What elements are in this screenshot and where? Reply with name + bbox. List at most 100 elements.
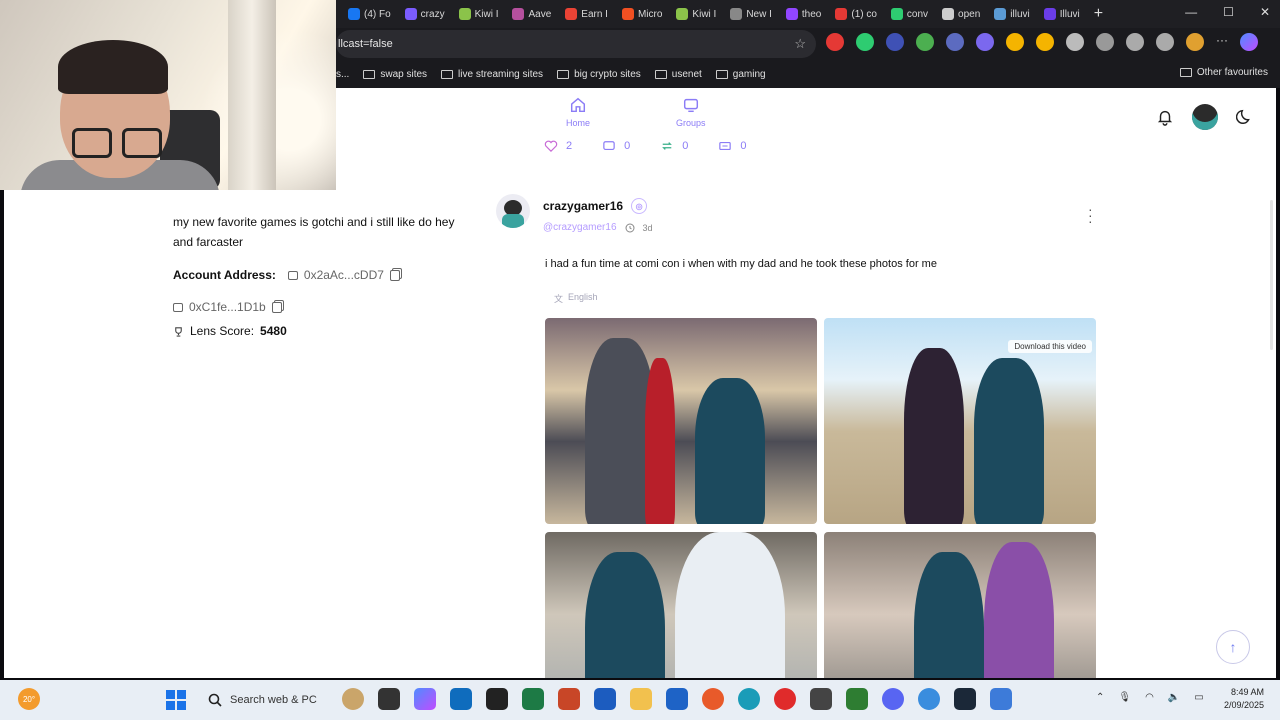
app-icon[interactable] bbox=[342, 688, 364, 710]
download-video-chip[interactable]: Download this video bbox=[1008, 340, 1092, 353]
steam-icon[interactable] bbox=[954, 688, 976, 710]
like-stat[interactable]: 2 bbox=[544, 140, 572, 152]
post-photo-1[interactable] bbox=[545, 318, 817, 524]
post-handle[interactable]: @crazygamer16 bbox=[543, 222, 617, 233]
extensions-row: ··· bbox=[826, 33, 1258, 51]
extensions-puzzle-icon[interactable] bbox=[1096, 33, 1114, 51]
bookmark-folder[interactable]: swap sites bbox=[363, 69, 427, 80]
browser-tab[interactable]: theo bbox=[780, 3, 827, 25]
browser-tab[interactable]: crazy bbox=[399, 3, 451, 25]
post-photo-2[interactable]: Download this video bbox=[824, 318, 1096, 524]
powerpoint-icon[interactable] bbox=[558, 688, 580, 710]
close-button[interactable]: ✕ bbox=[1260, 5, 1270, 19]
copy-icon[interactable] bbox=[271, 301, 282, 313]
excel-icon[interactable] bbox=[522, 688, 544, 710]
notion-icon[interactable] bbox=[486, 688, 508, 710]
post-photo-3[interactable] bbox=[545, 532, 817, 678]
xbox-icon[interactable] bbox=[846, 688, 868, 710]
scroll-to-top-button[interactable]: ↑ bbox=[1216, 630, 1250, 664]
discord-icon[interactable] bbox=[882, 688, 904, 710]
copilot-icon[interactable] bbox=[414, 688, 436, 710]
more-menu-icon[interactable]: ··· bbox=[1216, 33, 1228, 51]
moon-icon[interactable] bbox=[1236, 108, 1254, 126]
taskbar-clock[interactable]: 8:49 AM 2/09/2025 bbox=[1224, 686, 1264, 712]
post-author-name[interactable]: crazygamer16 ◎ bbox=[543, 198, 648, 214]
app-icon[interactable] bbox=[810, 688, 832, 710]
bookmark-overflow[interactable]: s... bbox=[336, 69, 349, 80]
window-controls: — ☐ ✕ bbox=[1185, 5, 1270, 19]
favorites-icon[interactable] bbox=[1126, 33, 1144, 51]
browser-tab[interactable]: (1) co bbox=[829, 3, 883, 25]
browser-tab[interactable]: open bbox=[936, 3, 986, 25]
bookmark-folder[interactable]: live streaming sites bbox=[441, 69, 543, 80]
user-avatar[interactable] bbox=[1192, 104, 1218, 130]
extension-icon[interactable] bbox=[886, 33, 904, 51]
wifi-icon[interactable]: ◠ bbox=[1145, 692, 1154, 703]
browser-tab[interactable]: Illuvi bbox=[1038, 3, 1086, 25]
extension-icon[interactable] bbox=[1036, 33, 1054, 51]
extension-icon[interactable] bbox=[1066, 33, 1084, 51]
firefox-icon[interactable] bbox=[702, 688, 724, 710]
page-scrollbar[interactable] bbox=[1270, 200, 1273, 350]
bookmark-folder[interactable]: big crypto sites bbox=[557, 69, 641, 80]
post-photo-4[interactable] bbox=[824, 532, 1096, 678]
comment-stat[interactable]: 0 bbox=[602, 140, 630, 152]
profile-avatar[interactable] bbox=[1186, 33, 1204, 51]
nav-groups[interactable]: Groups bbox=[676, 96, 706, 128]
browser-tab[interactable]: Kiwi I bbox=[453, 3, 505, 25]
other-favourites[interactable]: Other favourites bbox=[1179, 67, 1268, 78]
lens-score-row: Lens Score: 5480 bbox=[173, 324, 473, 338]
bookmark-folder[interactable]: gaming bbox=[715, 69, 766, 80]
app-icon[interactable] bbox=[990, 688, 1012, 710]
extension-icon[interactable] bbox=[946, 33, 964, 51]
fursuit-figure bbox=[984, 542, 1054, 678]
word-icon[interactable] bbox=[594, 688, 616, 710]
extension-icon[interactable] bbox=[826, 33, 844, 51]
weather-widget[interactable]: 20° bbox=[18, 688, 40, 710]
tab-label: (4) Fo bbox=[364, 8, 391, 20]
browser-tab[interactable]: Kiwi I bbox=[670, 3, 722, 25]
favorite-star-icon[interactable]: ☆ bbox=[794, 36, 806, 52]
post-options-icon[interactable]: · · · bbox=[1088, 202, 1093, 228]
extension-icon[interactable] bbox=[976, 33, 994, 51]
username[interactable]: crazygamer16 bbox=[543, 199, 623, 213]
battery-icon[interactable]: ▭ bbox=[1194, 692, 1203, 703]
extension-icon[interactable] bbox=[916, 33, 934, 51]
taskbar-search[interactable]: Search web & PC bbox=[200, 688, 330, 712]
post-author-avatar[interactable] bbox=[496, 194, 530, 228]
bookmark-folder[interactable]: usenet bbox=[654, 69, 702, 80]
browser-tab[interactable]: (4) Fo bbox=[342, 3, 397, 25]
outlook-icon[interactable] bbox=[450, 688, 472, 710]
file-explorer-icon[interactable] bbox=[630, 688, 652, 710]
address-text[interactable]: llcast=false bbox=[338, 38, 393, 50]
quote-stat[interactable]: 0 bbox=[718, 140, 747, 152]
minimize-button[interactable]: — bbox=[1185, 5, 1197, 19]
maximize-button[interactable]: ☐ bbox=[1223, 5, 1234, 19]
translate-language[interactable]: 文 English bbox=[554, 292, 598, 305]
start-button[interactable] bbox=[166, 690, 186, 710]
browser-tab[interactable]: New I bbox=[724, 3, 778, 25]
store-icon[interactable] bbox=[666, 688, 688, 710]
browser-tab[interactable]: conv bbox=[885, 3, 934, 25]
history-icon[interactable] bbox=[1156, 33, 1174, 51]
microphone-icon[interactable]: 🎙 bbox=[1118, 692, 1131, 703]
chat-app-icon[interactable] bbox=[918, 688, 940, 710]
edge-icon[interactable] bbox=[738, 688, 760, 710]
chevron-up-icon[interactable]: ⌃ bbox=[1096, 692, 1104, 703]
extension-icon[interactable] bbox=[1006, 33, 1024, 51]
new-tab-button[interactable]: + bbox=[1094, 5, 1103, 23]
extension-icon[interactable] bbox=[856, 33, 874, 51]
browser-tab[interactable]: Aave bbox=[506, 3, 557, 25]
bell-icon[interactable] bbox=[1156, 108, 1174, 126]
repost-stat[interactable]: 0 bbox=[660, 140, 688, 152]
browser-tab[interactable]: Micro bbox=[616, 3, 668, 25]
browser-tab[interactable]: Earn I bbox=[559, 3, 614, 25]
copilot-icon[interactable] bbox=[1240, 33, 1258, 51]
app-icon[interactable] bbox=[378, 688, 400, 710]
copy-icon[interactable] bbox=[389, 269, 400, 281]
nav-home[interactable]: Home bbox=[566, 96, 590, 128]
volume-icon[interactable]: 🔈 bbox=[1168, 692, 1180, 703]
browser-tab[interactable]: illuvi bbox=[988, 3, 1035, 25]
address-bar[interactable]: llcast=false ☆ bbox=[336, 30, 816, 58]
opera-icon[interactable] bbox=[774, 688, 796, 710]
